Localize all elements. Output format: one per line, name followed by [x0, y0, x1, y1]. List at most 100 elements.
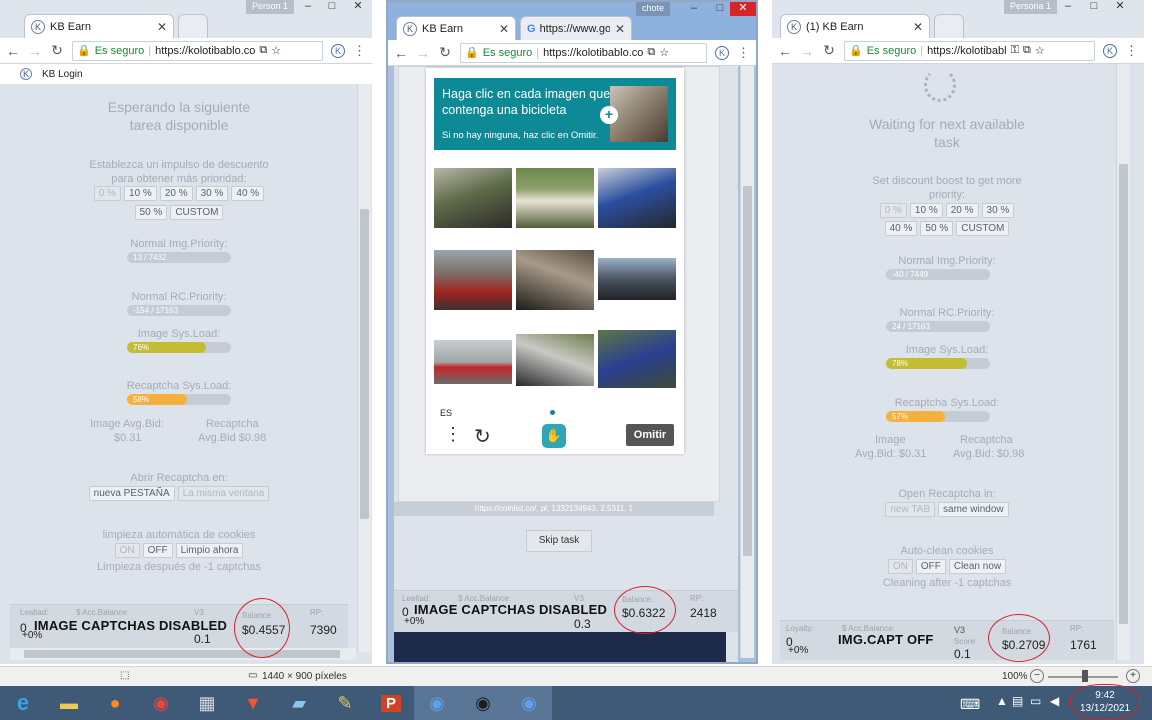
captcha-lang[interactable]: ES [440, 408, 452, 418]
close-tab-icon[interactable]: ✕ [499, 22, 509, 36]
menu-icon[interactable]: ⋮ [1125, 43, 1138, 59]
close-tab2-icon[interactable]: ✕ [615, 22, 625, 36]
captcha-tile-5[interactable] [516, 250, 594, 310]
boost-30[interactable]: 30 % [195, 186, 229, 201]
reload-icon[interactable]: ↻ [50, 42, 64, 59]
paint-icon[interactable]: ✎ [322, 686, 368, 720]
tab-google[interactable]: G https://www.go ✕ [520, 16, 632, 40]
keyboard-icon[interactable]: ⌨ [960, 696, 980, 713]
captcha-refresh-icon[interactable]: ↻ [474, 424, 491, 449]
internet-explorer-icon[interactable]: e [0, 686, 46, 720]
captcha-skip-button[interactable]: Omitir [626, 424, 674, 446]
middle-scroll-thumb[interactable] [743, 186, 752, 556]
network-icon[interactable]: ▤ [1012, 694, 1023, 708]
minimize-icon[interactable]: – [1056, 0, 1080, 14]
boost-0[interactable]: 0 % [93, 186, 122, 201]
firefox-icon[interactable]: ● [92, 686, 138, 720]
open-new-tab-button[interactable]: new TAB [885, 502, 936, 517]
captcha-tile-3[interactable] [598, 168, 676, 228]
volume-icon[interactable]: ◀ [1050, 694, 1059, 708]
forward-icon[interactable]: → [28, 43, 42, 59]
tab-kb-earn[interactable]: K (1) KB Earn ✕ [780, 14, 930, 38]
maximize-icon[interactable]: □ [1082, 0, 1106, 14]
cookies-on-button[interactable]: ON [114, 543, 140, 558]
boost-50[interactable]: 50 % [134, 205, 168, 220]
minimize-icon[interactable]: – [296, 0, 320, 14]
chrome-profile-3-icon[interactable]: ◉ [506, 686, 552, 720]
captcha-tile-1[interactable] [434, 168, 512, 228]
cookies-clean-now-button[interactable]: Limpio ahora [175, 543, 244, 558]
translate-icon[interactable]: ⧉ [647, 46, 655, 59]
boost-40[interactable]: 40 % [884, 221, 918, 236]
middle-scrollbar[interactable] [740, 66, 754, 658]
powerpoint-icon[interactable]: P [368, 686, 414, 720]
new-tab-button[interactable] [178, 14, 208, 38]
menu-icon[interactable]: ⋮ [737, 45, 750, 61]
star-icon[interactable]: ☆ [271, 44, 281, 57]
profile-badge[interactable]: Persona 1 [1004, 0, 1058, 14]
right-scroll-thumb[interactable] [1119, 164, 1128, 624]
chrome-profile-1-icon[interactable]: ◉ [414, 686, 460, 720]
kb-extension-icon[interactable]: K [1103, 43, 1117, 58]
close-window-icon[interactable]: ✕ [1108, 0, 1132, 14]
back-icon[interactable]: ← [394, 45, 408, 61]
cookies-on-button[interactable]: ON [887, 559, 913, 574]
boost-20[interactable]: 20 % [945, 203, 979, 218]
boost-10[interactable]: 10 % [124, 186, 157, 201]
boost-custom[interactable]: CUSTOM [956, 221, 1010, 236]
right-scrollbar[interactable] [1116, 64, 1130, 660]
boost-50[interactable]: 50 % [920, 221, 954, 236]
cookies-off-button[interactable]: OFF [915, 559, 946, 574]
zoom-slider-thumb[interactable] [1082, 670, 1088, 682]
forward-icon[interactable]: → [416, 45, 430, 61]
open-same-window-button[interactable]: La misma ventana [177, 486, 270, 501]
zoom-in-icon[interactable]: + [1126, 669, 1140, 683]
zoom-out-icon[interactable]: − [1030, 669, 1044, 683]
translate-icon[interactable]: ⧉ [259, 44, 267, 57]
maximize-icon[interactable]: □ [708, 2, 732, 16]
profile-badge[interactable]: chote [636, 2, 671, 16]
calculator-icon[interactable]: ▦ [184, 686, 230, 720]
key-icon[interactable]: ⚿ [1011, 44, 1019, 57]
file-explorer-icon[interactable]: ▬ [46, 686, 92, 720]
address-bar[interactable]: 🔒 Es seguro | https://kolotibablo.co ⧉ ☆ [460, 42, 707, 63]
open-new-tab-button[interactable]: nueva PESTAÑA [88, 486, 175, 501]
captcha-tile-2[interactable] [516, 168, 594, 228]
captcha-tile-9[interactable] [598, 330, 676, 388]
chrome-profile-2-icon[interactable]: ◉ [460, 686, 506, 720]
boost-20[interactable]: 20 % [159, 186, 193, 201]
battery-icon[interactable]: ▭ [1030, 694, 1041, 708]
open-same-window-button[interactable]: same window [938, 502, 1009, 517]
tray-arrow-icon[interactable]: ▲ [996, 694, 1008, 708]
left-hscrollbar[interactable] [10, 648, 356, 660]
left-scrollbar[interactable] [357, 84, 371, 652]
boost-10[interactable]: 10 % [909, 203, 943, 218]
reload-icon[interactable]: ↻ [438, 44, 452, 61]
new-tab-button[interactable] [934, 14, 964, 38]
bookmark-kb-login[interactable]: KB Login [42, 69, 83, 80]
chrome-icon[interactable]: ◉ [138, 686, 184, 720]
tab-kb-earn[interactable]: K KB Earn ✕ [396, 16, 516, 40]
back-icon[interactable]: ← [6, 43, 20, 59]
forward-icon[interactable]: → [800, 43, 814, 59]
tab-kb-earn[interactable]: K KB Earn ✕ [24, 14, 174, 38]
captcha-tile-7[interactable] [434, 340, 512, 384]
notes-icon[interactable]: ▰ [276, 686, 322, 720]
brave-icon[interactable]: ▼ [230, 686, 276, 720]
minimize-icon[interactable]: – [682, 2, 706, 16]
menu-icon[interactable]: ⋮ [353, 43, 366, 59]
captcha-tile-4[interactable] [434, 250, 512, 310]
captcha-tile-8[interactable] [516, 334, 594, 386]
boost-0[interactable]: 0 % [879, 203, 907, 218]
left-scroll-thumb[interactable] [360, 209, 369, 519]
skip-task-button[interactable]: Skip task [526, 530, 592, 552]
close-tab-icon[interactable]: ✕ [913, 20, 923, 34]
left-hscroll-thumb[interactable] [24, 650, 340, 658]
star-icon[interactable]: ☆ [1035, 44, 1045, 57]
boost-custom[interactable]: CUSTOM [170, 205, 224, 220]
profile-badge[interactable]: Person 1 [246, 0, 295, 14]
cookies-clean-now-button[interactable]: Clean now [948, 559, 1007, 574]
cookies-off-button[interactable]: OFF [142, 543, 173, 558]
kb-extension-icon[interactable]: K [715, 45, 729, 60]
close-tab-icon[interactable]: ✕ [157, 20, 167, 34]
